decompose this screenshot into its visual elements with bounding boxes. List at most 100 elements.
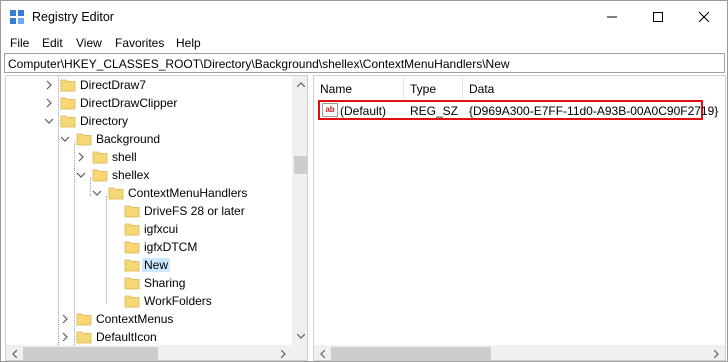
column-header-type[interactable]: Type [404,76,463,100]
folder-icon [92,151,108,164]
chevron-down-icon[interactable] [60,134,70,144]
scroll-right-button[interactable] [275,345,292,360]
tree-item[interactable]: ContextMenus [6,310,306,328]
tree-item-label: igfxcui [144,222,179,236]
folder-icon [124,241,140,254]
tree-item[interactable]: DirectDrawClipper [6,94,306,112]
title-bar[interactable]: Registry Editor [1,1,727,32]
tree-item-label: DefaultIcon [96,330,157,344]
window-title: Registry Editor [32,10,114,24]
tree-item-label: New [142,258,171,272]
value-data: {D969A300-E7FF-11d0-A93B-00A0C90F2719} [469,104,719,118]
maximize-button[interactable] [635,1,681,32]
tree-item[interactable]: igfxDTCM [6,238,306,256]
tree-item[interactable]: WorkFolders [6,292,306,310]
tree-item[interactable]: igfxcui [6,220,306,238]
scroll-right-button[interactable] [708,345,725,360]
address-path: Computer\HKEY_CLASSES_ROOT\Directory\Bac… [8,57,510,71]
tree-item[interactable]: ContextMenuHandlers [6,184,306,202]
chevron-right-icon[interactable] [60,332,70,342]
tree-item-label: Directory [80,114,129,128]
chevron-left-icon [320,349,325,358]
values-horizontal-scrollbar[interactable] [314,345,725,360]
folder-icon [76,133,92,146]
values-pane[interactable]: Name Type Data ab (Default) REG_SZ {D969… [313,75,726,361]
folder-icon [124,295,140,308]
value-type: REG_SZ [410,104,459,118]
menu-view[interactable]: View [76,36,102,50]
scroll-thumb[interactable] [331,347,491,360]
tree-item[interactable]: New [6,256,306,274]
registry-editor-window: Registry Editor File Edit View Favorites… [0,0,728,362]
chevron-left-icon [12,349,17,358]
tree-item[interactable]: Sharing [6,274,306,292]
close-button[interactable] [681,1,727,32]
folder-icon [108,187,124,200]
scroll-down-button[interactable] [292,328,307,345]
column-header-name[interactable]: Name [314,76,404,100]
registry-icon [10,10,24,24]
tree-item[interactable]: DirectDraw7 [6,76,306,94]
chevron-down-icon[interactable] [76,170,86,180]
tree-item-label: DirectDrawClipper [80,96,178,110]
tree-vertical-scrollbar[interactable] [292,76,307,345]
close-icon [699,11,709,22]
menu-file[interactable]: File [10,36,29,50]
menu-bar: File Edit View Favorites Help [1,33,727,53]
scroll-left-button[interactable] [6,345,23,360]
column-header-data[interactable]: Data [463,76,725,100]
folder-icon [76,313,92,326]
menu-edit[interactable]: Edit [42,36,63,50]
tree-item[interactable]: shellex [6,166,306,184]
string-value-icon: ab [322,103,338,117]
tree-horizontal-scrollbar[interactable] [6,345,292,360]
tree-item-label: shell [112,150,137,164]
chevron-down-icon[interactable] [92,188,102,198]
tree-item[interactable]: Background [6,130,306,148]
tree-item-label: igfxDTCM [144,240,198,254]
folder-icon [92,169,108,182]
minimize-button[interactable] [589,1,635,32]
scroll-up-button[interactable] [292,76,307,93]
menu-help[interactable]: Help [176,36,201,50]
folder-icon [60,97,76,110]
tree-item-label: WorkFolders [144,294,212,308]
tree-item-label: DriveFS 28 or later [144,204,245,218]
tree-item[interactable]: DriveFS 28 or later [6,202,306,220]
key-tree-pane[interactable]: DirectDraw7 DirectDrawClipper Directory Bac… [5,75,308,361]
tree-item[interactable]: Directory [6,112,306,130]
scrollbar-corner [292,345,307,360]
address-bar[interactable]: Computer\HKEY_CLASSES_ROOT\Directory\Bac… [4,53,725,73]
tree-item-label: shellex [112,168,150,182]
scroll-thumb[interactable] [23,347,158,360]
folder-icon [76,331,92,344]
tree-item-label: ContextMenus [96,312,174,326]
value-name: (Default) [340,104,387,118]
chevron-right-icon[interactable] [44,98,54,108]
folder-icon [124,223,140,236]
folder-icon [124,205,140,218]
chevron-down-icon [296,334,305,339]
menu-favorites[interactable]: Favorites [115,36,164,50]
chevron-up-icon [296,82,305,87]
folder-icon [60,79,76,92]
folder-icon [124,259,140,272]
value-row[interactable]: ab (Default) REG_SZ {D969A300-E7FF-11d0-… [318,100,718,120]
scroll-thumb[interactable] [294,156,307,174]
tree-item[interactable]: DefaultIcon [6,328,306,346]
tree-item-label: DirectDraw7 [80,78,147,92]
maximize-icon [653,11,663,22]
chevron-right-icon[interactable] [76,152,86,162]
chevron-right-icon [714,349,719,358]
folder-icon [124,277,140,290]
scroll-left-button[interactable] [314,345,331,360]
chevron-down-icon[interactable] [44,116,54,126]
minimize-icon [607,16,617,17]
chevron-right-icon[interactable] [60,314,70,324]
tree-item[interactable]: shell [6,148,306,166]
tree-item-label: Sharing [144,276,186,290]
chevron-right-icon[interactable] [44,80,54,90]
tree-item-label: Background [96,132,161,146]
folder-icon [60,115,76,128]
chevron-right-icon [281,349,286,358]
